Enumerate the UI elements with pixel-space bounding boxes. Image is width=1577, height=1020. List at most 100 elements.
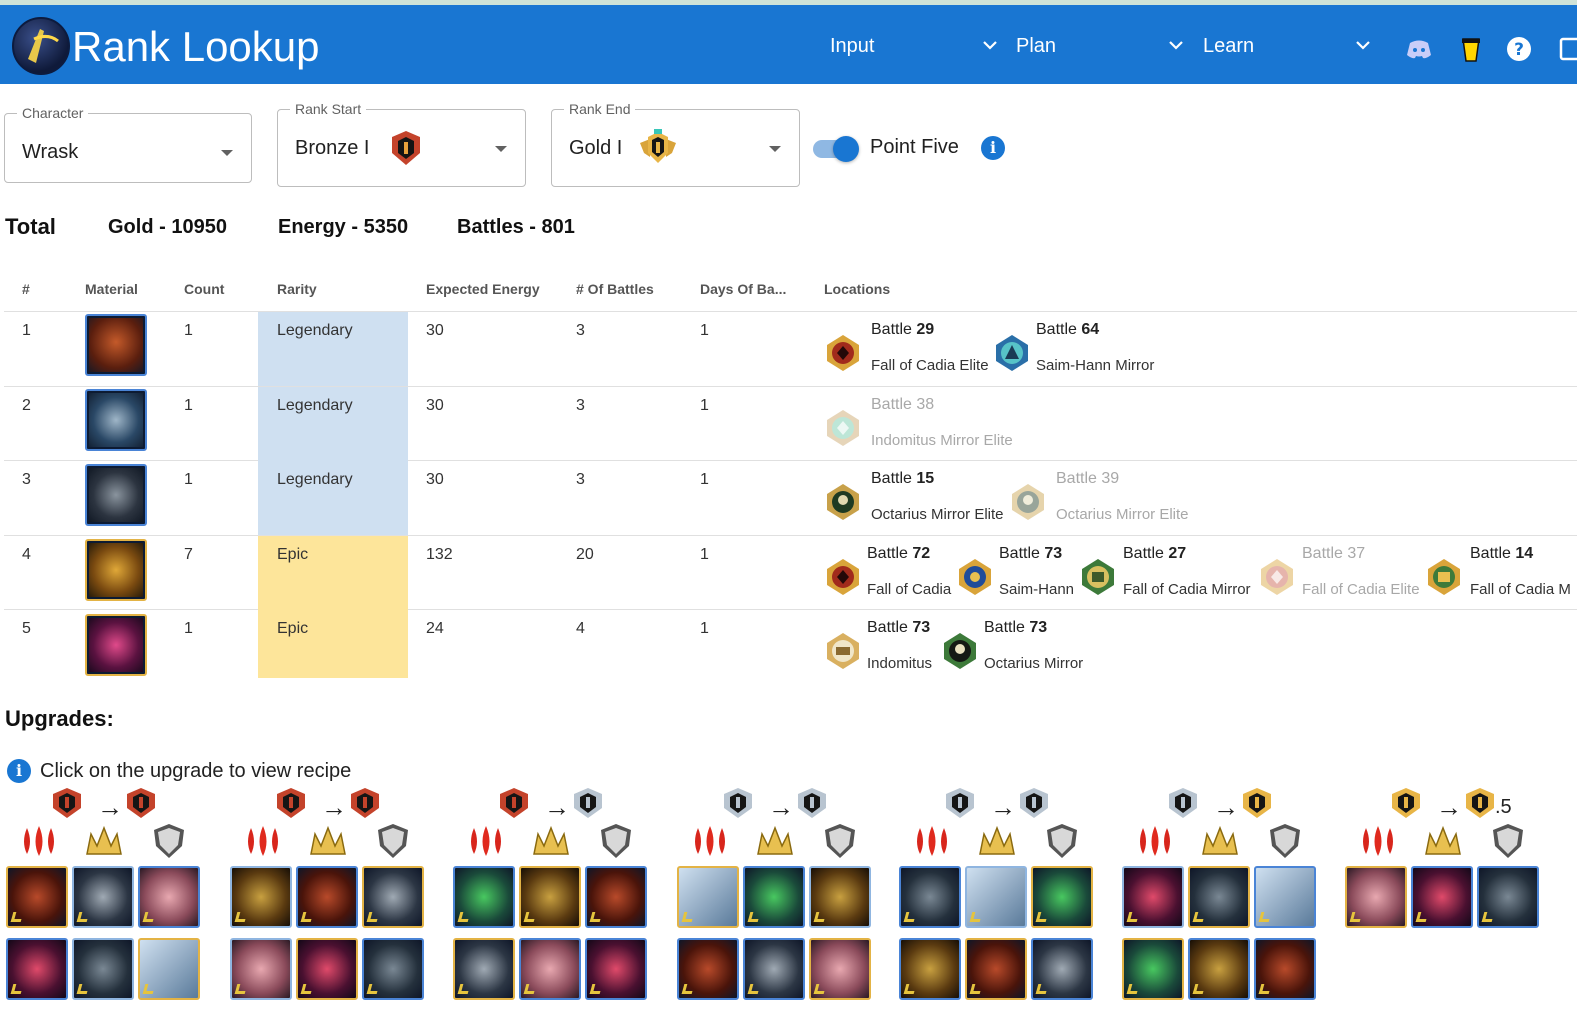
nav-learn[interactable]: Learn: [1203, 33, 1373, 63]
material-icon[interactable]: [85, 464, 147, 526]
upgrade-group[interactable]: →: [676, 786, 876, 1006]
upgrade-tile[interactable]: [453, 866, 515, 928]
col-header-count[interactable]: Count: [184, 281, 224, 297]
rank-end-select[interactable]: Rank End Gold I: [551, 101, 800, 187]
col-header-expected-energy[interactable]: Expected Energy: [426, 281, 540, 297]
upgrade-tile[interactable]: [1345, 866, 1407, 928]
row-divider: [4, 609, 1577, 610]
upgrade-tile[interactable]: [230, 866, 292, 928]
info-icon: i: [7, 759, 31, 783]
upgrade-tile[interactable]: [296, 938, 358, 1000]
upgrade-marker-icon: [76, 912, 90, 922]
upgrade-tile[interactable]: [6, 866, 68, 928]
upgrade-tile[interactable]: [519, 938, 581, 1000]
upgrade-tile[interactable]: [362, 938, 424, 1000]
coffee-cup-icon[interactable]: [1457, 35, 1485, 63]
upgrade-tile[interactable]: [1254, 938, 1316, 1000]
point-five-toggle[interactable]: [813, 136, 859, 162]
row-divider: [4, 311, 1577, 312]
upgrade-marker-icon: [1481, 912, 1495, 922]
material-icon[interactable]: [85, 614, 147, 676]
upgrade-marker-icon: [142, 912, 156, 922]
upgrade-group[interactable]: →: [229, 786, 429, 1006]
nav-plan[interactable]: Plan: [1016, 33, 1186, 63]
help-icon[interactable]: ?: [1505, 35, 1533, 63]
col-header-rarity[interactable]: Rarity: [277, 281, 317, 297]
col-header-number[interactable]: #: [22, 281, 30, 297]
row-number: 2: [22, 397, 31, 414]
upgrade-tile[interactable]: [899, 866, 961, 928]
upgrade-tile[interactable]: [965, 938, 1027, 1000]
discord-icon[interactable]: [1405, 35, 1433, 63]
upgrade-tile[interactable]: [965, 866, 1027, 928]
upgrade-tile[interactable]: [1411, 866, 1473, 928]
upgrade-tile[interactable]: [1122, 866, 1184, 928]
col-header-battles[interactable]: # Of Battles: [576, 281, 654, 297]
upgrade-group[interactable]: →: [1121, 786, 1321, 1006]
info-icon[interactable]: i: [981, 136, 1005, 160]
upgrade-tile[interactable]: [809, 938, 871, 1000]
upgrade-tile[interactable]: [362, 866, 424, 928]
upgrade-tile[interactable]: [743, 938, 805, 1000]
health-icon: [1363, 826, 1393, 856]
toggle-knob[interactable]: [833, 136, 859, 162]
upgrade-tile[interactable]: [230, 938, 292, 1000]
upgrade-group[interactable]: →: [452, 786, 652, 1006]
chevron-down-icon: [1169, 41, 1183, 50]
battle-label: Battle 73: [984, 619, 1048, 636]
rank-start-value: Bronze I: [295, 137, 370, 159]
material-icon[interactable]: [85, 539, 147, 601]
gold-rank-icon: [1243, 788, 1271, 818]
upgrade-tile[interactable]: [677, 938, 739, 1000]
upgrade-tile[interactable]: [677, 866, 739, 928]
campaign-badge-icon: [944, 633, 976, 669]
upgrade-marker-icon: [813, 912, 827, 922]
damage-icon: [310, 825, 346, 855]
upgrade-tile[interactable]: [585, 866, 647, 928]
chevron-down-icon: [1356, 41, 1370, 50]
upgrade-tile[interactable]: [1188, 938, 1250, 1000]
upgrade-tile[interactable]: [453, 938, 515, 1000]
nav-input[interactable]: Input: [830, 33, 1000, 63]
col-header-material[interactable]: Material: [85, 281, 138, 297]
upgrade-tile[interactable]: [1031, 938, 1093, 1000]
upgrade-tile[interactable]: [743, 866, 805, 928]
upgrade-group[interactable]: →: [5, 786, 205, 1006]
campaign-name: Octarius Mirror Elite: [871, 506, 1004, 523]
upgrade-tile[interactable]: [1031, 866, 1093, 928]
upgrade-tile[interactable]: [585, 938, 647, 1000]
battle-label: Battle 37: [1302, 545, 1366, 562]
upgrade-tile[interactable]: [1254, 866, 1316, 928]
silver-rank-icon: [724, 788, 752, 818]
upgrade-marker-icon: [1192, 984, 1206, 994]
row-number: 1: [22, 322, 31, 339]
window-icon[interactable]: [1558, 35, 1577, 63]
col-header-locations[interactable]: Locations: [824, 281, 890, 297]
upgrade-tile[interactable]: [138, 938, 200, 1000]
app-logo[interactable]: [12, 17, 70, 75]
rarity: Epic: [277, 620, 309, 637]
upgrade-tile[interactable]: [72, 938, 134, 1000]
upgrade-tile[interactable]: [138, 866, 200, 928]
upgrade-tile[interactable]: [1188, 866, 1250, 928]
col-header-days[interactable]: Days Of Ba...: [700, 281, 786, 297]
days-of-battles: 1: [700, 322, 709, 339]
bronze-rank-icon: [392, 131, 420, 165]
upgrade-group[interactable]: →: [898, 786, 1098, 1006]
material-icon[interactable]: [85, 389, 147, 451]
upgrade-tile[interactable]: [296, 866, 358, 928]
upgrade-tile[interactable]: [899, 938, 961, 1000]
material-icon[interactable]: [85, 314, 147, 376]
upgrade-tile[interactable]: [1122, 938, 1184, 1000]
upgrade-group[interactable]: →: [1344, 786, 1544, 1006]
upgrade-tile[interactable]: [809, 866, 871, 928]
character-select[interactable]: Character Wrask: [4, 105, 252, 183]
battle-label: Battle 72: [867, 545, 931, 562]
armor-shield-icon: [601, 824, 631, 858]
upgrade-marker-icon: [903, 912, 917, 922]
upgrade-tile[interactable]: [6, 938, 68, 1000]
upgrade-tile[interactable]: [1477, 866, 1539, 928]
upgrade-tile[interactable]: [519, 866, 581, 928]
upgrade-tile[interactable]: [72, 866, 134, 928]
rank-start-select[interactable]: Rank Start Bronze I: [277, 101, 526, 187]
